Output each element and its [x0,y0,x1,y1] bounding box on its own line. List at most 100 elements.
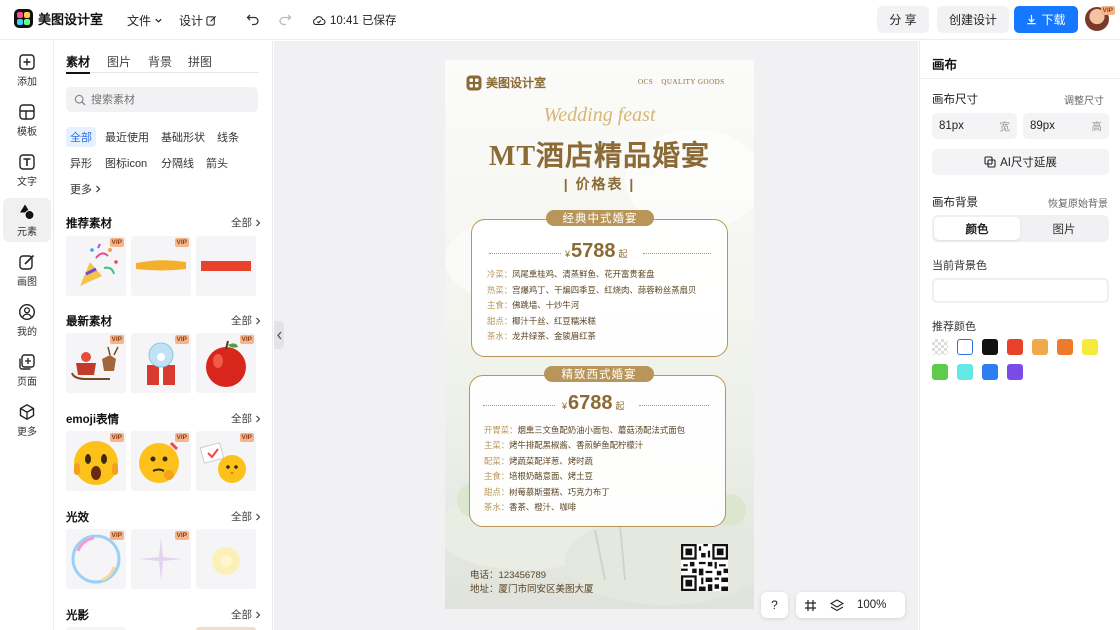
all-label: 全部 [231,315,252,327]
menu-line-key: 主食： [487,300,513,310]
rail-item-template[interactable]: 模板 [3,98,51,142]
asset-thumb[interactable]: VIP [131,431,191,491]
vip-badge: VIP [174,238,189,247]
width-field[interactable]: 81px 宽 [932,113,1017,139]
section-all-link[interactable]: 全部 [231,411,262,426]
asset-thumb[interactable]: VIP [66,529,126,589]
chip-recent[interactable]: 最近使用 [101,127,153,147]
current-bg-swatch[interactable] [932,278,1109,303]
chevron-right-icon [96,185,101,193]
asset-search[interactable] [66,87,258,112]
help-button[interactable]: ? [761,592,788,618]
swatch-purple[interactable] [1007,364,1023,380]
rail-item-draw[interactable]: 画图 [3,248,51,292]
swatch-green[interactable] [932,364,948,380]
vip-badge: VIP [239,335,254,344]
swatch-cyan[interactable] [957,364,973,380]
app-logo[interactable]: 美图设计室 [14,9,103,28]
price-value: 5788 [571,240,616,262]
swatch-light-orange[interactable] [1032,339,1048,355]
all-label: 全部 [231,413,252,425]
resize-link[interactable]: 调整尺寸 [1064,92,1104,107]
menu-line: 甜点：树莓慕斯蛋糕、巧克力布丁 [484,486,610,498]
create-design-button[interactable]: 创建设计 [937,6,1009,33]
chip-dividers[interactable]: 分隔线 [157,153,198,173]
poster-canvas[interactable]: 美图设计室 OCS QUALITY GOODS Wedding feast MT… [445,60,754,609]
asset-thumb[interactable] [196,236,256,296]
swatch-transparent[interactable] [932,339,948,355]
asset-thumb[interactable]: VIP [196,431,256,491]
asset-thumb[interactable]: VIP [196,333,256,393]
zoom-level[interactable]: 100% [857,599,886,611]
rail-item-more[interactable]: 更多 [3,398,51,442]
help-label: ? [771,598,778,612]
chip-arrows[interactable]: 箭头 [202,153,232,173]
search-input[interactable] [91,93,241,106]
file-menu[interactable]: 文件 [127,12,163,29]
swatch-orange[interactable] [1057,339,1073,355]
section-all-link[interactable]: 全部 [231,313,262,328]
tab-materials[interactable]: 素材 [66,53,91,74]
rail-label: 添加 [17,76,37,88]
divider [920,78,1120,79]
download-button[interactable]: 下载 [1014,6,1078,33]
grid-icon[interactable] [804,599,817,612]
bg-type-image[interactable]: 图片 [1021,217,1107,240]
chip-icons[interactable]: 图标icon [101,153,151,173]
design-menu[interactable]: 设计 [179,12,217,29]
height-field[interactable]: 89px 高 [1023,113,1109,139]
rail-item-page[interactable]: 页面 [3,348,51,392]
dotted-divider [643,253,711,254]
tab-images[interactable]: 图片 [107,53,131,70]
tab-collage[interactable]: 拼图 [188,53,212,70]
chip-lines[interactable]: 线条 [213,127,243,147]
chip-all[interactable]: 全部 [66,127,96,147]
asset-thumb[interactable]: VIP [66,333,126,393]
section-title-latest: 最新素材 [66,316,112,328]
asset-thumb[interactable]: VIP [131,333,191,393]
vip-badge: VIP [174,335,189,344]
poster-tagline-en: QUALITY GOODS [661,78,725,86]
rail-item-add[interactable]: 添加 [3,48,51,92]
swatch-blue[interactable] [982,364,998,380]
menu-line-value: 龙井绿茶、金骏眉红茶 [512,331,596,341]
swatch-red[interactable] [1007,339,1023,355]
tab-backgrounds[interactable]: 背景 [148,53,172,70]
cloud-check-icon [313,16,326,26]
ai-extend-button[interactable]: AI尺寸延展 [932,149,1109,175]
rail-item-text[interactable]: 文字 [3,148,51,192]
chip-irregular[interactable]: 异形 [66,153,96,173]
vip-badge: VIP [109,531,124,540]
menu-line-value: 凤尾熏桂鸡、清蒸鲜鱼、花开富贵套盘 [512,269,655,279]
layers-icon[interactable] [830,598,844,612]
swatch-yellow[interactable] [1082,339,1098,355]
undo-icon[interactable] [246,12,260,26]
asset-thumb[interactable] [196,529,256,589]
redo-icon[interactable] [278,12,292,26]
restore-bg-link[interactable]: 恢复原始背景 [1048,195,1108,210]
share-button[interactable]: 分 享 [877,6,929,33]
menu-line: 茶水：香茶、橙汁、咖啡 [484,501,576,513]
chip-basic-shapes[interactable]: 基础形状 [157,127,209,147]
asset-thumb[interactable]: VIP [66,236,126,296]
section-all-link[interactable]: 全部 [231,607,262,622]
asset-thumb[interactable]: VIP [66,431,126,491]
swatch-white[interactable] [957,339,973,355]
width-value: 81px [939,120,964,132]
section-all-link[interactable]: 全部 [231,215,262,230]
rail-label: 更多 [17,426,37,438]
bg-type-color[interactable]: 颜色 [934,217,1020,240]
section-all-link[interactable]: 全部 [231,509,262,524]
collapse-panel-button[interactable] [274,321,284,349]
swatch-black[interactable] [982,339,998,355]
rail-item-elements[interactable]: 元素 [3,198,51,242]
rail-label: 画图 [17,276,37,288]
asset-thumb[interactable]: VIP [131,529,191,589]
logo-icon [466,75,482,90]
rail-item-mine[interactable]: 我的 [3,298,51,342]
text-icon [19,153,35,170]
chip-more[interactable]: 更多 [66,179,106,199]
avatar[interactable]: VIP [1085,6,1115,31]
asset-thumb[interactable]: VIP [131,236,191,296]
save-status-text: 10:41 已保存 [330,15,397,27]
